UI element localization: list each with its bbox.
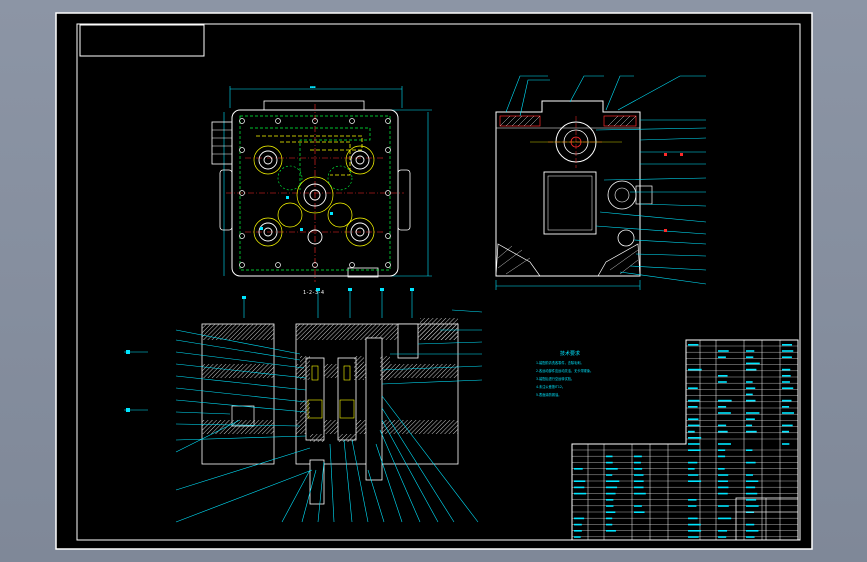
notes-line-1: 1.装配前清洗各零件，去除毛刺。	[536, 360, 584, 365]
svg-text:■■■: ■■■	[310, 85, 316, 89]
notes-title: 技术要求	[560, 350, 580, 357]
notes-line-5: 5.表面涂防锈油。	[536, 392, 561, 397]
notes-line-4: 4.未注公差按IT12。	[536, 384, 565, 389]
cad-viewport[interactable]: 1-2-3-4 ■■■ 技术要求 1.装配前清洗各零件，去除毛刺。 2.各运动部…	[0, 0, 867, 562]
notes-line-3: 3.装配后进行空运转试验。	[536, 376, 574, 381]
drawing-canvas[interactable]: 1-2-3-4 ■■■ 技术要求 1.装配前清洗各零件，去除毛刺。 2.各运动部…	[0, 0, 867, 562]
notes-line-2: 2.各运动部件应运动灵活，无卡滞现象。	[536, 368, 593, 373]
section-label: 1-2-3-4	[303, 290, 324, 296]
